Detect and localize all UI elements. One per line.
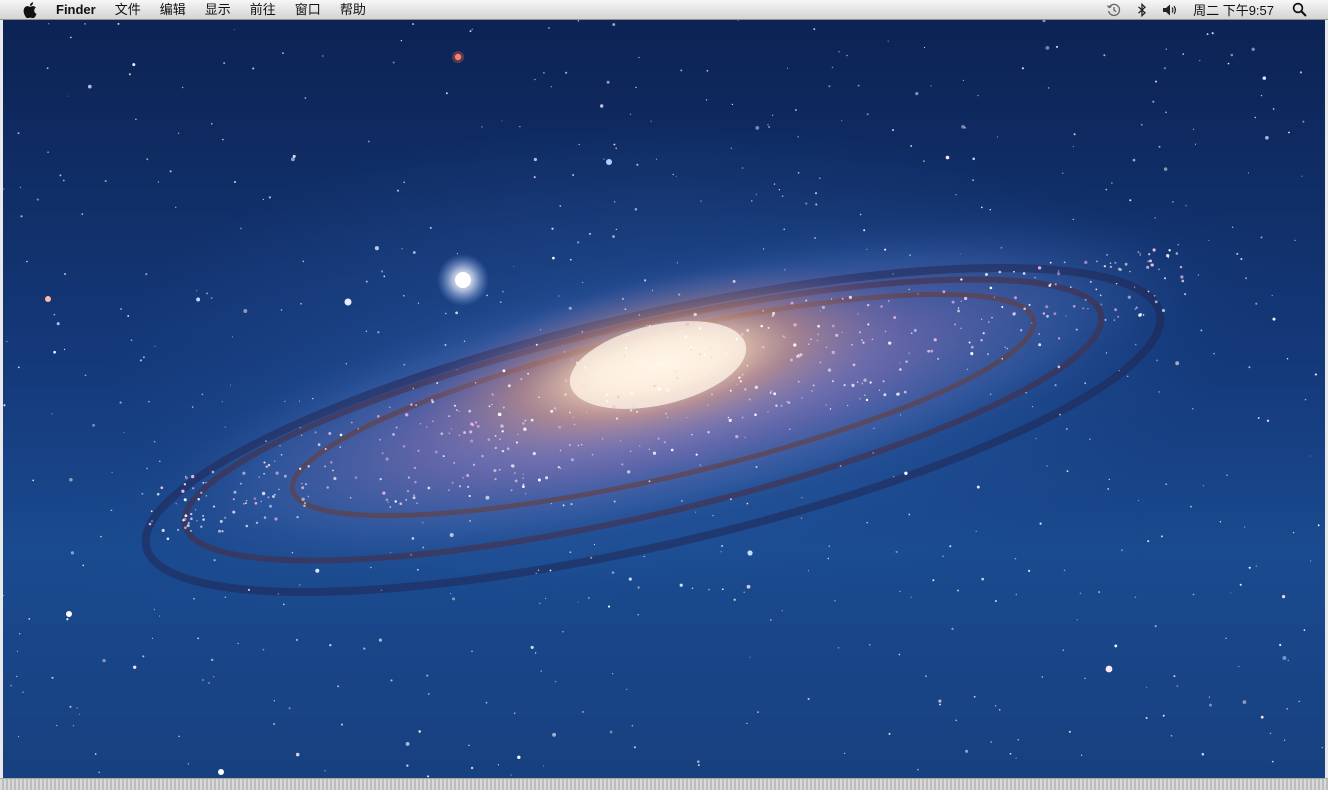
screen: Finder 文件 编辑 显示 前往 窗口 帮助 周二 下午9:57: [0, 0, 1328, 790]
apple-logo-icon[interactable]: [23, 1, 37, 18]
menu-edit[interactable]: 编辑: [160, 0, 186, 20]
spotlight-search-icon[interactable]: [1290, 1, 1308, 19]
menu-view[interactable]: 显示: [205, 0, 231, 20]
menu-help[interactable]: 帮助: [340, 0, 366, 20]
menu-bar-left: Finder 文件 编辑 显示 前往 窗口 帮助: [0, 0, 385, 20]
menu-go[interactable]: 前往: [250, 0, 276, 20]
menu-file[interactable]: 文件: [115, 0, 141, 20]
time-machine-icon[interactable]: [1105, 1, 1123, 19]
desktop-wallpaper[interactable]: [3, 20, 1325, 778]
menu-bar-clock[interactable]: 周二 下午9:57: [1193, 0, 1274, 19]
menu-app-finder[interactable]: Finder: [56, 0, 96, 20]
menu-bar-right: 周二 下午9:57: [1095, 0, 1328, 20]
bluetooth-icon[interactable]: [1133, 1, 1151, 19]
menu-window[interactable]: 窗口: [295, 0, 321, 20]
volume-icon[interactable]: [1161, 1, 1179, 19]
menu-bar: Finder 文件 编辑 显示 前往 窗口 帮助 周二 下午9:57: [0, 0, 1328, 20]
galaxy-wallpaper-image: [3, 20, 1324, 778]
dock-edge-strip: [0, 778, 1328, 790]
